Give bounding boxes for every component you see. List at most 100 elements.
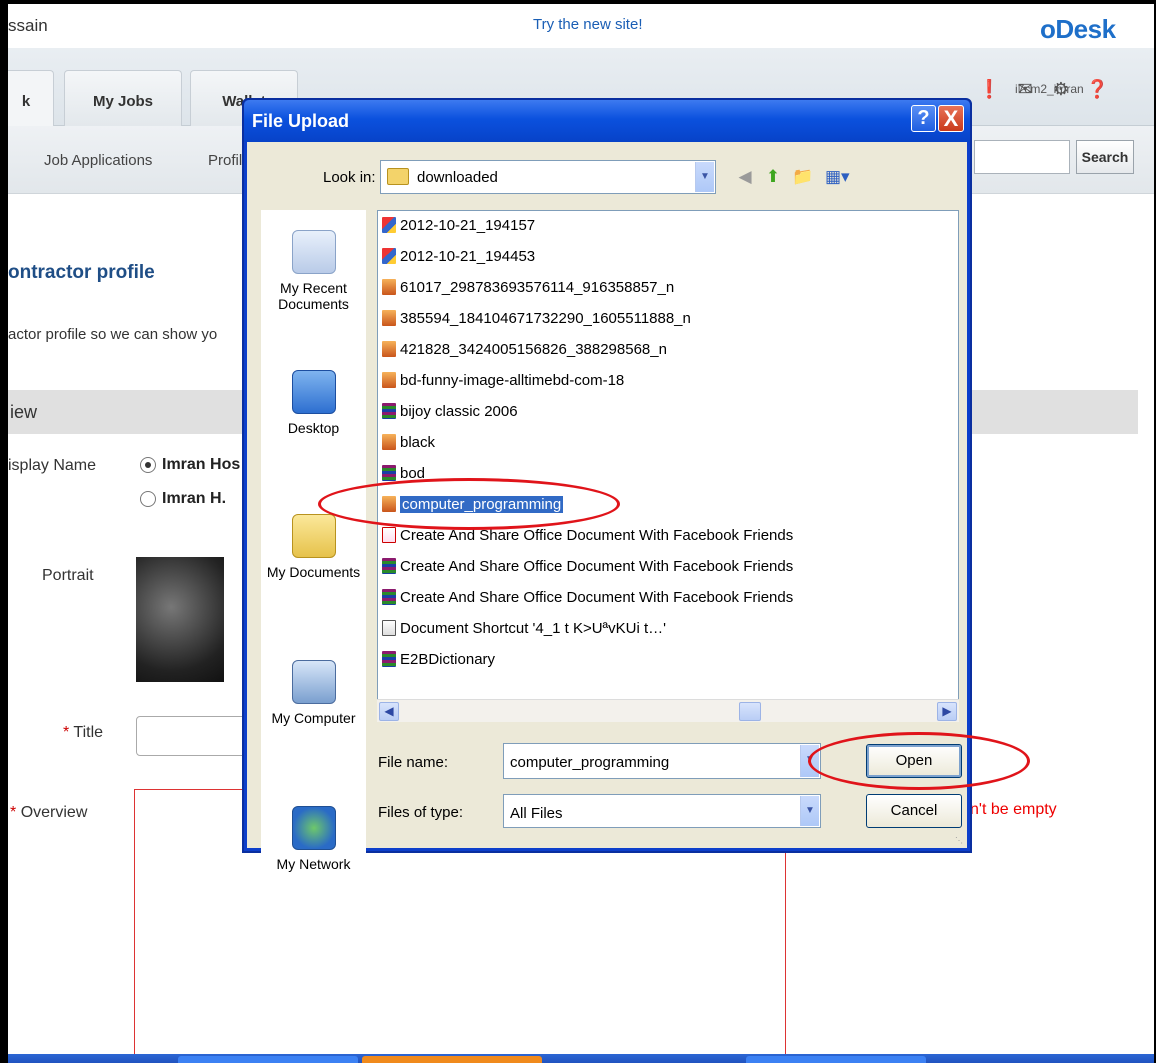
image-file-icon (382, 248, 396, 264)
close-button[interactable]: X (938, 105, 964, 132)
file-list-item[interactable]: bd-funny-image-alltimebd-com-18 (382, 370, 624, 392)
mail-icon[interactable]: ✉ (1014, 78, 1036, 100)
overview-label: * Overview (10, 804, 87, 822)
user-name: ssain (8, 16, 48, 35)
title-label: * Title (63, 724, 103, 742)
file-list-item[interactable]: 2012-10-21_194453 (382, 246, 535, 268)
files-of-type-select[interactable]: All Files ▼ (503, 794, 821, 828)
overview-label-text: Overview (20, 804, 88, 821)
search-input[interactable] (974, 140, 1070, 174)
file-name-input[interactable]: computer_programming ▼ (503, 743, 821, 779)
file-name: 2012-10-21_194157 (400, 217, 536, 234)
title-input[interactable] (136, 716, 246, 756)
place-label: My Documents (266, 564, 361, 580)
place-label: Desktop (287, 420, 340, 436)
recent-docs-icon (291, 230, 336, 274)
new-folder-icon[interactable]: 📁 (792, 166, 814, 188)
required-mark: * (10, 804, 17, 821)
cancel-button[interactable]: Cancel (866, 794, 962, 828)
file-list-item[interactable]: black (382, 432, 435, 454)
taskbar-button[interactable] (178, 1056, 358, 1063)
view-menu-icon[interactable]: ▦▾ (825, 166, 850, 188)
place-label: My Recent Documents (278, 280, 349, 312)
annotation-ring-selected-file (318, 478, 620, 530)
place-label: My Network (276, 856, 351, 872)
my-documents-icon (291, 514, 336, 558)
archive-file-icon (382, 403, 396, 419)
display-name-radio-full[interactable] (140, 457, 156, 473)
display-name-option-full: Imran Hos (162, 456, 241, 473)
pdf-file-icon (382, 527, 396, 543)
overview-error: n't be empty (970, 801, 1057, 818)
tab-my-jobs[interactable]: My Jobs (64, 70, 182, 126)
file-list-item[interactable]: Document Shortcut '4_1 t K>UªvKUi t…' (382, 618, 666, 640)
try-new-site-link[interactable]: Try the new site! (533, 16, 642, 33)
jpeg-file-icon (382, 372, 396, 388)
image-file-icon (382, 217, 396, 233)
chevron-down-icon[interactable]: ▼ (695, 162, 714, 192)
jpeg-file-icon (382, 341, 396, 357)
scroll-right-icon[interactable]: ▶ (937, 702, 957, 721)
place-my-network[interactable]: My Network (261, 806, 366, 872)
tab-label: My Jobs (92, 93, 153, 110)
file-list: 2012-10-21_194157 2012-10-21_194453 61017_… (377, 210, 959, 722)
file-list-item[interactable]: 385594_184104671732290_1605511888_n (382, 308, 691, 330)
jpeg-file-icon (382, 434, 396, 450)
jpeg-file-icon (382, 279, 396, 295)
file-name: bd-funny-image-alltimebd-com-18 (400, 372, 625, 389)
scroll-thumb[interactable] (739, 702, 761, 721)
search-button[interactable]: Search (1076, 140, 1134, 174)
file-name-label: File name: (378, 754, 449, 771)
brand-logo[interactable]: oDesk (1040, 14, 1116, 45)
horizontal-scrollbar[interactable]: ◀ ▶ (377, 699, 959, 722)
file-name: 385594_184104671732290_1605511888_n (400, 310, 691, 327)
places-bar: My Recent Documents Desktop My Documents… (261, 210, 366, 880)
tab-find-work[interactable]: k (8, 70, 54, 127)
annotation-ring-open-button (808, 732, 1030, 790)
place-my-recent-documents[interactable]: My Recent Documents (261, 230, 366, 312)
archive-file-icon (382, 558, 396, 574)
my-network-icon (291, 806, 336, 850)
gear-icon[interactable]: ⚙ (1050, 78, 1072, 100)
place-desktop[interactable]: Desktop (261, 370, 366, 436)
look-in-select[interactable]: downloaded ▼ (380, 160, 716, 194)
file-name: bijoy classic 2006 (400, 403, 518, 420)
file-list-item[interactable]: Create And Share Office Document With Fa… (382, 587, 793, 609)
file-list-item[interactable]: E2BDictionary (382, 649, 495, 671)
page-title: ontractor profile (8, 262, 155, 283)
back-icon[interactable]: ◀ (734, 166, 756, 188)
file-list-item[interactable]: 421828_3424005156826_388298568_n (382, 339, 667, 361)
file-list-item[interactable]: 61017_298783693576114_916358857_n (382, 277, 674, 299)
my-computer-icon (291, 660, 336, 704)
shortcut-file-icon (382, 620, 396, 636)
files-of-type-value: All Files (510, 805, 563, 822)
taskbar-button[interactable] (746, 1056, 926, 1063)
title-label-text: Title (73, 724, 104, 741)
file-list-item[interactable]: bijoy classic 2006 (382, 401, 518, 423)
help-button[interactable]: ? (911, 105, 936, 132)
subnav-job-applications[interactable]: Job Applications (44, 152, 152, 169)
file-name: black (400, 434, 436, 451)
scroll-left-icon[interactable]: ◀ (379, 702, 399, 721)
taskbar-button-active[interactable] (362, 1056, 542, 1063)
help-icon[interactable]: ❓ (1086, 78, 1108, 100)
display-name-radio-short[interactable] (140, 491, 156, 507)
dialog-title-bar[interactable]: File Upload ? X (244, 100, 970, 142)
archive-file-icon (382, 589, 396, 605)
alert-icon[interactable]: ❗ (978, 78, 1000, 100)
resize-grip-icon[interactable]: ⋱ (955, 836, 965, 846)
file-list-item[interactable]: Create And Share Office Document With Fa… (382, 556, 793, 578)
chevron-down-icon[interactable]: ▼ (800, 796, 819, 826)
up-folder-icon[interactable]: ⬆ (762, 166, 784, 188)
file-list-item[interactable]: 2012-10-21_194157 (382, 215, 535, 237)
portrait-image[interactable] (136, 557, 224, 682)
desktop-icon (291, 370, 336, 414)
file-name: Create And Share Office Document With Fa… (400, 558, 794, 575)
screen: ssain Try the new site! oDesk k My Jobs … (0, 0, 1156, 1063)
place-label: My Computer (271, 710, 356, 726)
portrait-label: Portrait (42, 567, 94, 584)
place-my-documents[interactable]: My Documents (261, 514, 366, 580)
place-my-computer[interactable]: My Computer (261, 660, 366, 726)
display-name-option-short: Imran H. (162, 490, 227, 507)
top-bar: ssain Try the new site! oDesk (8, 4, 1154, 48)
